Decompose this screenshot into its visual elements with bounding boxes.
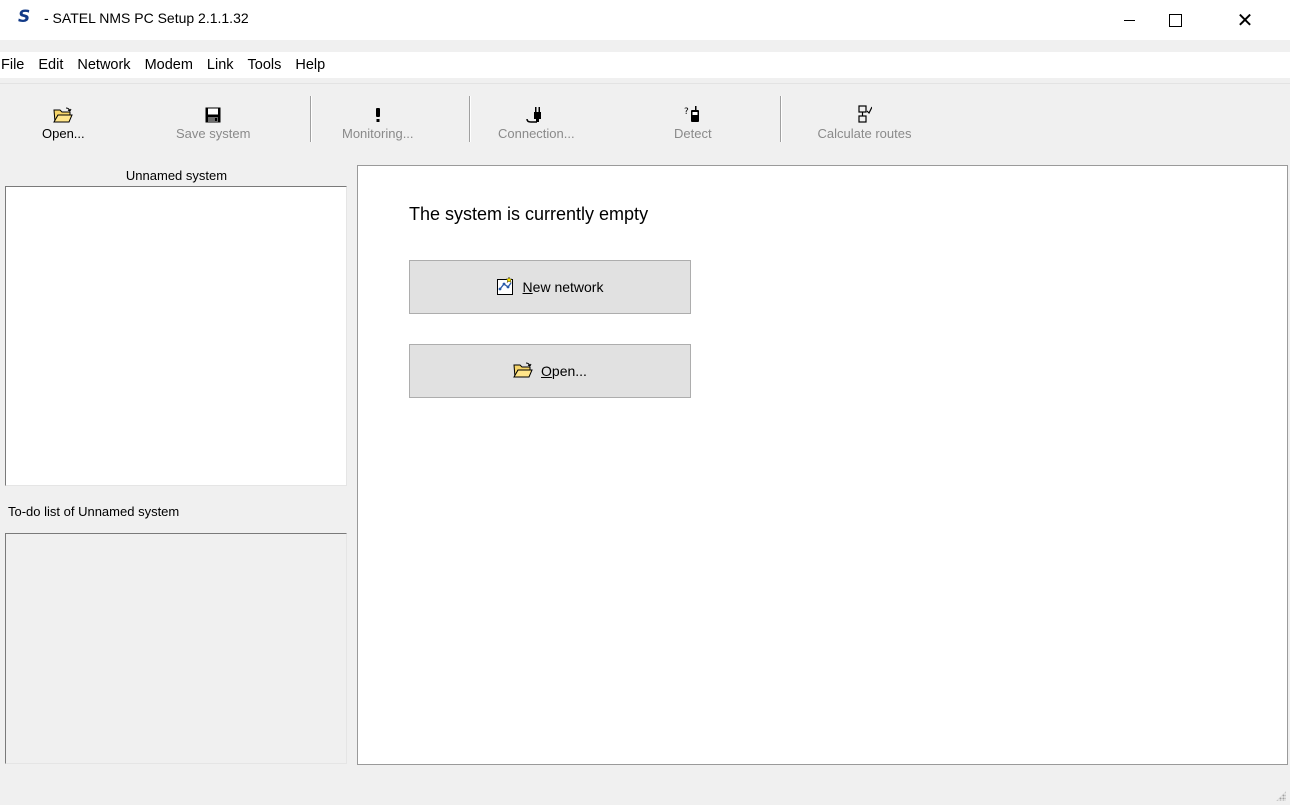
title-bar: S - SATEL NMS PC Setup 2.1.1.32 ✕ <box>0 0 1290 40</box>
minimize-button[interactable] <box>1106 0 1152 40</box>
folder-open-icon <box>513 362 533 381</box>
menu-help[interactable]: Help <box>288 52 332 78</box>
menu-edit[interactable]: Edit <box>31 52 70 78</box>
menu-modem[interactable]: Modem <box>138 52 200 78</box>
toolbar-separator <box>780 96 782 142</box>
save-system-button[interactable]: Save system <box>176 89 250 154</box>
svg-text:?: ? <box>684 107 689 117</box>
todo-list[interactable] <box>5 533 347 764</box>
detect-radio-icon: ? <box>684 89 702 123</box>
new-network-label: New network <box>522 279 604 295</box>
system-tree-header: Unnamed system <box>5 165 348 186</box>
new-network-icon <box>496 276 515 298</box>
close-icon: ✕ <box>1236 8 1254 32</box>
menu-tools[interactable]: Tools <box>241 52 289 78</box>
status-bar <box>0 770 1290 805</box>
system-tree[interactable] <box>5 186 347 486</box>
calculate-routes-button[interactable]: Calculate routes <box>797 89 932 154</box>
maximize-button[interactable] <box>1152 0 1198 40</box>
connection-button[interactable]: Connection... <box>498 89 575 154</box>
monitoring-label: Monitoring... <box>342 126 414 141</box>
monitoring-button[interactable]: Monitoring... <box>342 89 414 154</box>
open-toolbar-button[interactable]: Open... <box>42 89 85 154</box>
window-title: - SATEL NMS PC Setup 2.1.1.32 <box>44 10 249 26</box>
todo-list-header: To-do list of Unnamed system <box>8 504 180 519</box>
save-system-label: Save system <box>176 126 251 141</box>
menu-bar: File Edit Network Modem Link Tools Help <box>0 52 1290 78</box>
main-panel: The system is currently empty New networ… <box>357 165 1288 765</box>
resize-grip-icon[interactable] <box>1276 791 1286 801</box>
connection-label: Connection... <box>498 126 575 141</box>
menu-file[interactable]: File <box>0 52 31 78</box>
empty-system-message: The system is currently empty <box>409 204 649 224</box>
toolbar: Open... Save system Monitoring... Connec… <box>0 83 1290 157</box>
open-toolbar-label: Open... <box>42 126 85 141</box>
detect-button[interactable]: ? Detect <box>674 89 712 154</box>
connection-plug-icon <box>526 89 546 123</box>
monitoring-icon <box>373 89 383 123</box>
open-button-label: Open... <box>541 363 587 379</box>
open-button[interactable]: Open... <box>409 344 691 398</box>
calculate-routes-label: Calculate routes <box>817 126 912 141</box>
detect-label: Detect <box>674 126 712 141</box>
toolbar-separator <box>310 96 312 142</box>
toolbar-separator <box>469 96 471 142</box>
close-button[interactable]: ✕ <box>1222 0 1268 40</box>
floppy-disk-icon <box>205 89 221 123</box>
app-icon: S <box>18 7 31 27</box>
menu-network[interactable]: Network <box>70 52 137 78</box>
new-network-button[interactable]: New network <box>409 260 691 314</box>
folder-open-icon <box>53 89 74 123</box>
calculate-routes-icon <box>797 89 932 123</box>
menu-link[interactable]: Link <box>200 52 241 78</box>
